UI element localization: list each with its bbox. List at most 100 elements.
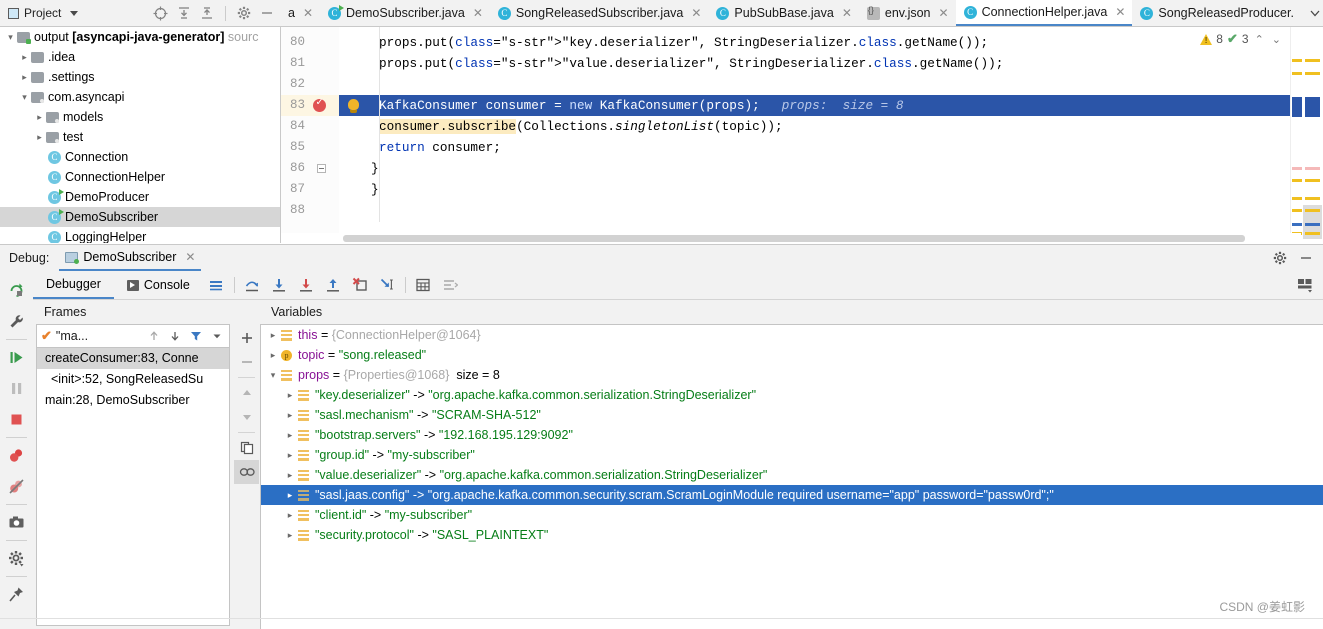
filter-icon[interactable] — [187, 330, 204, 342]
chevron-down-icon[interactable] — [70, 10, 79, 16]
camera-icon[interactable] — [0, 507, 33, 538]
close-icon[interactable]: ✕ — [303, 6, 313, 20]
tree-node-connection[interactable]: C Connection — [0, 147, 280, 167]
drop-frame-icon[interactable] — [347, 272, 374, 299]
add-watch-icon[interactable] — [234, 326, 259, 350]
tree-node-output[interactable]: ▾ output [asyncapi-java-generator] sourc — [0, 27, 280, 47]
chevron-right-icon[interactable]: ▸ — [265, 325, 281, 345]
chevron-right-icon[interactable]: ▸ — [33, 112, 46, 123]
chevron-right-icon[interactable]: ▸ — [265, 345, 281, 365]
pin-icon[interactable] — [0, 579, 33, 610]
close-icon[interactable]: ✕ — [1115, 5, 1125, 19]
frame-item[interactable]: <init>:52, SongReleasedSu — [37, 369, 229, 390]
expand-all-icon[interactable] — [177, 6, 191, 20]
rerun-icon[interactable] — [0, 275, 33, 306]
variables-tree[interactable]: ▸ this = {ConnectionHelper@1064} ▸ p top… — [260, 324, 1323, 629]
force-step-into-icon[interactable] — [293, 272, 320, 299]
close-icon[interactable]: ✕ — [691, 6, 701, 20]
variable-row[interactable]: ▸ "value.deserializer" -> "org.apache.ka… — [261, 465, 1323, 485]
tree-node-test[interactable]: ▸ test — [0, 127, 280, 147]
editor-tab-pubsubbase[interactable]: C PubSubBase.java ✕ — [708, 0, 858, 26]
chevron-right-icon[interactable]: ▸ — [282, 485, 298, 505]
chevron-right-icon[interactable]: ▸ — [282, 445, 298, 465]
tree-node-logginghelper[interactable]: C LoggingHelper — [0, 227, 280, 243]
chevron-right-icon[interactable]: ▸ — [282, 525, 298, 545]
step-into-icon[interactable] — [266, 272, 293, 299]
chevron-right-icon[interactable]: ▸ — [282, 385, 298, 405]
previous-problem-icon[interactable]: ⌃ — [1253, 33, 1266, 46]
editor-tab-connectionhelper[interactable]: C ConnectionHelper.java ✕ — [955, 0, 1133, 26]
evaluate-expression-icon[interactable] — [410, 272, 437, 299]
variable-row[interactable]: ▸ this = {ConnectionHelper@1064} — [261, 325, 1323, 345]
settings-gear-icon[interactable] — [0, 543, 33, 574]
tree-node-comasyncapi[interactable]: ▾ com.asyncapi — [0, 87, 280, 107]
select-opened-file-icon[interactable] — [153, 6, 168, 21]
move-up-icon[interactable] — [234, 381, 259, 405]
chevron-down-icon[interactable]: ▾ — [18, 92, 31, 103]
stop-icon[interactable] — [0, 404, 33, 435]
inspection-widget[interactable]: 8 ✔ 3 ⌃ ⌄ — [1200, 31, 1283, 47]
pause-program-icon[interactable] — [0, 373, 33, 404]
tree-node-settings[interactable]: ▸ .settings — [0, 67, 280, 87]
settings-wrench-icon[interactable] — [0, 306, 33, 337]
tabs-overflow-button[interactable] — [1301, 0, 1323, 26]
minimize-icon[interactable] — [260, 6, 274, 20]
step-out-icon[interactable] — [320, 272, 347, 299]
intention-bulb-icon[interactable] — [348, 99, 359, 113]
mute-breakpoints-icon[interactable] — [0, 471, 33, 502]
chevron-down-icon[interactable]: ▾ — [265, 365, 281, 385]
editor-tab-truncated[interactable]: a ✕ — [280, 0, 320, 26]
variable-row[interactable]: ▸ "group.id" -> "my-subscriber" — [261, 445, 1323, 465]
editor-scrollbar[interactable] — [1303, 27, 1323, 243]
settings-gear-icon[interactable] — [237, 6, 251, 20]
tree-node-demosubscriber[interactable]: C DemoSubscriber — [0, 207, 280, 227]
chevron-down-icon[interactable]: ▾ — [4, 32, 17, 43]
settings-gear-icon[interactable] — [1273, 251, 1287, 265]
minimize-icon[interactable] — [1299, 251, 1313, 265]
up-arrow-icon[interactable] — [145, 330, 162, 342]
editor-gutter[interactable]: 80 81 82 83 84 85 86 87 88 — [281, 27, 339, 243]
variable-row[interactable]: ▾ props = {Properties@1068} size = 8 — [261, 365, 1323, 385]
editor-tab-songreleasedproducer[interactable]: C SongReleasedProducer. — [1132, 0, 1301, 26]
chevron-down-icon[interactable] — [208, 330, 225, 342]
down-arrow-icon[interactable] — [166, 330, 183, 342]
code-content[interactable]: props.put(class="s-str">"key.deserialize… — [371, 27, 1290, 243]
chevron-right-icon[interactable]: ▸ — [282, 425, 298, 445]
variable-row[interactable]: ▸ "sasl.mechanism" -> "SCRAM-SHA-512" — [261, 405, 1323, 425]
tree-node-models[interactable]: ▸ models — [0, 107, 280, 127]
close-icon[interactable]: ✕ — [185, 250, 195, 264]
watches-icon[interactable] — [234, 460, 259, 484]
editor-tab-songreleasedsubscriber[interactable]: C SongReleasedSubscriber.java ✕ — [490, 0, 709, 26]
move-down-icon[interactable] — [234, 405, 259, 429]
chevron-right-icon[interactable]: ▸ — [282, 505, 298, 525]
step-over-icon[interactable] — [239, 272, 266, 299]
variable-row[interactable]: ▸ "bootstrap.servers" -> "192.168.195.12… — [261, 425, 1323, 445]
variable-row[interactable]: ▸ "client.id" -> "my-subscriber" — [261, 505, 1323, 525]
variable-row[interactable]: ▸ p topic = "song.released" — [261, 345, 1323, 365]
variable-row-selected[interactable]: ▸ "sasl.jaas.config" -> "org.apache.kafk… — [261, 485, 1323, 505]
editor-tab-envjson[interactable]: env.json ✕ — [859, 0, 956, 26]
editor-tab-demosubscriber[interactable]: C DemoSubscriber.java ✕ — [320, 0, 490, 26]
chevron-right-icon[interactable]: ▸ — [282, 465, 298, 485]
chevron-right-icon[interactable]: ▸ — [18, 52, 31, 63]
chevron-right-icon[interactable]: ▸ — [282, 405, 298, 425]
variable-row[interactable]: ▸ "security.protocol" -> "SASL_PLAINTEXT… — [261, 525, 1323, 545]
view-breakpoints-icon[interactable] — [0, 440, 33, 471]
tree-node-idea[interactable]: ▸ .idea — [0, 47, 280, 67]
tab-console[interactable]: Console — [114, 272, 203, 299]
hscrollbar-thumb[interactable] — [343, 235, 1245, 242]
copy-icon[interactable] — [234, 436, 259, 460]
resume-program-icon[interactable] — [0, 342, 33, 373]
code-fold-icon[interactable] — [317, 164, 326, 173]
collapse-all-icon[interactable] — [200, 6, 214, 20]
tree-node-connectionhelper[interactable]: C ConnectionHelper — [0, 167, 280, 187]
close-icon[interactable]: ✕ — [939, 6, 949, 20]
show-execution-point-icon[interactable] — [203, 272, 230, 299]
close-icon[interactable]: ✕ — [473, 6, 483, 20]
run-to-cursor-icon[interactable] — [374, 272, 401, 299]
next-problem-icon[interactable]: ⌄ — [1270, 33, 1283, 46]
project-title-button[interactable]: Project — [0, 6, 79, 20]
frames-list[interactable]: createConsumer:83, Conne <init>:52, Song… — [36, 348, 230, 626]
tree-node-demoproducer[interactable]: C DemoProducer — [0, 187, 280, 207]
tab-debugger[interactable]: Debugger — [33, 272, 114, 299]
